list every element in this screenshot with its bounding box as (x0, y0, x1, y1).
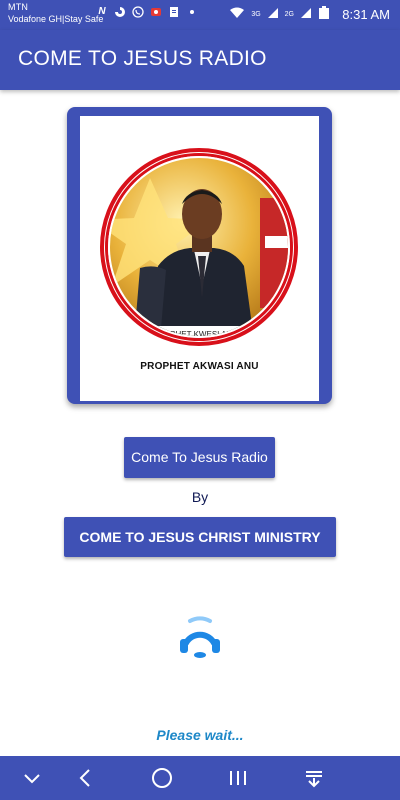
swirl-icon (114, 6, 126, 18)
signal-3g-icon: 3G (251, 11, 261, 18)
battery-icon (318, 6, 330, 24)
app-title: COME TO JESUS RADIO (18, 47, 267, 70)
signal-2g-icon: 2G (284, 11, 294, 18)
dot-icon (186, 6, 198, 18)
navigation-bar (0, 756, 400, 800)
system-icons: 3G 2G (229, 6, 330, 24)
app-bar: COME TO JESUS RADIO (0, 30, 400, 90)
n-icon: N (98, 6, 106, 17)
loading-spinner-icon (176, 613, 224, 661)
status-bar: MTN Vodafone GH|Stay Safe N 3G 2G 8:31 A… (0, 0, 400, 30)
station-card-image-frame: OPHET KWESI ANU PROPHET AKWASI ANU (80, 116, 319, 401)
ministry-button[interactable]: COME TO JESUS CHRIST MINISTRY (64, 517, 336, 557)
record-icon (150, 6, 162, 18)
status-time: 8:31 AM (342, 7, 390, 22)
back-icon[interactable] (74, 766, 98, 790)
by-label: By (191, 489, 209, 505)
prophet-portrait-ring: OPHET KWESI ANU (100, 148, 298, 346)
station-card: OPHET KWESI ANU PROPHET AKWASI ANU (67, 107, 332, 404)
photo-caption: PROPHET AKWASI ANU (140, 361, 259, 372)
notification-icons: N (96, 6, 198, 18)
chevron-down-icon[interactable] (20, 766, 44, 790)
prophet-portrait-photo: OPHET KWESI ANU (108, 156, 290, 338)
please-wait-text: Please wait... (156, 727, 244, 743)
carrier-name-primary: MTN (8, 2, 29, 12)
whatsapp-icon (132, 6, 144, 18)
signal-bars-icon-2 (300, 7, 312, 23)
wifi-icon (229, 7, 245, 23)
pull-down-icon[interactable] (302, 766, 326, 790)
portrait-banner-text: OPHET KWESI ANU (164, 330, 238, 338)
carrier-name-secondary: Vodafone GH|Stay Safe (8, 14, 104, 24)
signal-bars-icon (267, 7, 279, 23)
come-to-jesus-radio-button[interactable]: Come To Jesus Radio (124, 437, 275, 478)
home-icon[interactable] (150, 766, 174, 790)
document-icon (168, 6, 180, 18)
recents-icon[interactable] (226, 766, 250, 790)
